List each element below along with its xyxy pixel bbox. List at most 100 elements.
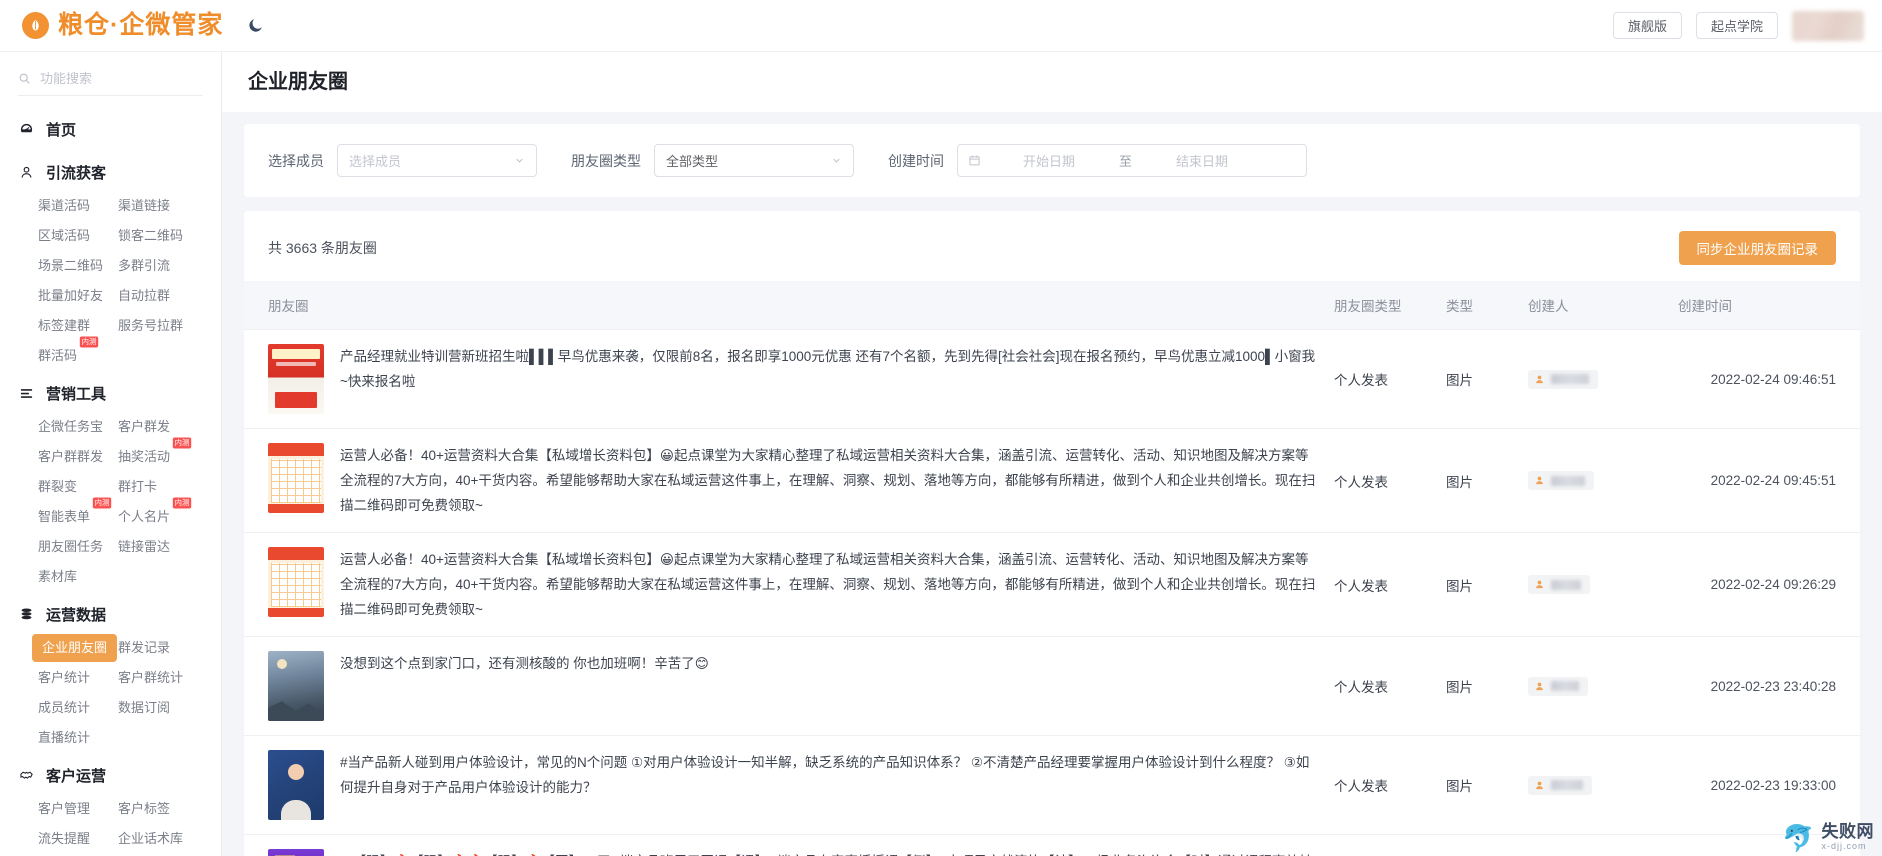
creator-name bbox=[1551, 780, 1583, 790]
search-input[interactable] bbox=[38, 70, 203, 87]
sidebar-item-customer-stats[interactable]: 客户统计 bbox=[32, 664, 96, 692]
moment-thumbnail[interactable] bbox=[268, 651, 324, 721]
cell-creator bbox=[1520, 636, 1670, 736]
cell-content: 产品经理就业特训营新班招生啦▌▌▌早鸟优惠来袭，仅限前8名，报名即享1000元优… bbox=[244, 329, 1326, 429]
chevron-down-icon bbox=[514, 155, 525, 166]
sidebar-item-group-fission[interactable]: 群裂变 bbox=[32, 473, 83, 501]
table-row[interactable]: 万 ▢【强】🔥【强】🔥🔥【强】🔥【开】90天B端产品班周五开课【课】B端产品专家… bbox=[244, 834, 1860, 856]
sidebar-item-data-subscription[interactable]: 数据订阅 bbox=[112, 694, 176, 722]
nav-group-acquisition: 引流获客 渠道活码 渠道链接 区域活码 锁客二维码 场景二维码 多群引流 批量加… bbox=[0, 153, 221, 370]
label: 渠道链接 bbox=[118, 198, 171, 213]
moment-thumbnail[interactable] bbox=[268, 443, 324, 513]
cell-type: 图片 bbox=[1438, 428, 1520, 533]
sidebar-item-lock-qrcode[interactable]: 锁客二维码 bbox=[112, 222, 189, 250]
created-at-text: 2022-02-23 19:33:00 bbox=[1710, 777, 1836, 793]
sidebar-group-operation-data[interactable]: 运营数据 bbox=[0, 595, 221, 634]
moment-thumbnail[interactable]: 万 bbox=[268, 849, 324, 856]
sync-moments-button[interactable]: 同步企业朋友圈记录 bbox=[1678, 231, 1836, 265]
sidebar-item-group-checkin[interactable]: 群打卡 bbox=[112, 473, 163, 501]
sidebar-item-channel-link[interactable]: 渠道链接 bbox=[112, 192, 176, 220]
table-row[interactable]: #当产品新人碰到用户体验设计，常见的N个问题 ①对用户体验设计一知半解，缺乏系统… bbox=[244, 735, 1860, 835]
sidebar-item-scene-qrcode[interactable]: 场景二维码 bbox=[32, 252, 109, 280]
search-box[interactable] bbox=[18, 66, 203, 96]
moment-thumbnail[interactable] bbox=[268, 547, 324, 617]
sidebar-item-mass-send-records[interactable]: 群发记录 bbox=[112, 634, 176, 662]
sidebar-item-multi-group[interactable]: 多群引流 bbox=[112, 252, 176, 280]
sidebar-item-task-treasure[interactable]: 企微任务宝 bbox=[32, 413, 109, 441]
search-icon bbox=[18, 72, 31, 85]
sidebar-item-service-account-group[interactable]: 服务号拉群 bbox=[112, 312, 189, 340]
moment-text: ▢【强】🔥【强】🔥🔥【强】🔥【开】90天B端产品班周五开课【课】B端产品专家直播… bbox=[340, 849, 1318, 856]
sidebar-label-marketing: 营销工具 bbox=[46, 386, 107, 403]
sidebar-item-link-radar[interactable]: 链接雷达 bbox=[112, 533, 176, 561]
sidebar-item-channel-code[interactable]: 渠道活码 bbox=[32, 192, 96, 220]
flagship-version-button[interactable]: 旗舰版 bbox=[1612, 12, 1682, 39]
sidebar-group-marketing[interactable]: 营销工具 bbox=[0, 374, 221, 413]
moment-thumbnail[interactable] bbox=[268, 344, 324, 414]
sidebar-item-lottery[interactable]: 抽奖活动 内测 bbox=[112, 437, 192, 471]
sidebar-item-customer-group-send[interactable]: 客户群群发 bbox=[32, 443, 109, 471]
sidebar-item-live-stats[interactable]: 直播统计 bbox=[32, 724, 96, 752]
filter-created-time: 创建时间 开始日期 至 结束日期 bbox=[888, 144, 1307, 177]
moments-table-card: 共 3663 条朋友圈 同步企业朋友圈记录 朋友圈 朋友圈类型 类型 创建人 创… bbox=[244, 211, 1860, 856]
member-select-value: 选择成员 bbox=[349, 154, 402, 169]
sidebar-item-home[interactable]: 首页 bbox=[0, 110, 221, 149]
moon-icon[interactable] bbox=[245, 16, 265, 36]
main-scroll-area[interactable]: 选择成员 选择成员 朋友圈类型 全部类型 创建时间 开始日期 至 结束日期 共 … bbox=[222, 112, 1882, 856]
sidebar-item-smart-form[interactable]: 智能表单 内测 bbox=[32, 497, 112, 531]
member-select[interactable]: 选择成员 bbox=[337, 144, 537, 177]
sidebar-item-enterprise-script-library[interactable]: 企业话术库 bbox=[112, 825, 189, 853]
table-row[interactable]: 没想到这个点到家门口，还有测核酸的 你也加班啊！辛苦了😊 个人发表 图片 202… bbox=[244, 636, 1860, 736]
avatar[interactable] bbox=[1792, 10, 1864, 41]
sidebar-item-group-code[interactable]: 群活码 内测 bbox=[32, 336, 99, 370]
label: 渠道活码 bbox=[38, 198, 91, 213]
sidebar-item-enterprise-moments[interactable]: 企业朋友圈 bbox=[32, 634, 118, 662]
sidebar-item-customer-management[interactable]: 客户管理 bbox=[32, 795, 96, 823]
sidebar-label-customer-ops: 客户运营 bbox=[46, 768, 107, 785]
academy-button[interactable]: 起点学院 bbox=[1695, 12, 1778, 39]
header-content: 朋友圈 bbox=[244, 281, 1326, 330]
dashboard-icon bbox=[18, 121, 35, 138]
sidebar-item-auto-group[interactable]: 自动拉群 bbox=[112, 282, 176, 310]
sidebar-item-customer-mass-send[interactable]: 客户群发 bbox=[112, 413, 176, 441]
label: 群发记录 bbox=[118, 640, 171, 655]
table-row[interactable]: 运营人必备！40+运营资料大合集【私域增长资料包】😀起点课堂为大家精心整理了私域… bbox=[244, 428, 1860, 533]
cell-moment-type: 个人发表 bbox=[1326, 834, 1438, 856]
sidebar-item-region-code[interactable]: 区域活码 bbox=[32, 222, 96, 250]
nav-group-operation-data: 运营数据 企业朋友圈 群发记录 客户统计 客户群统计 成员统计 数据订阅 直播统… bbox=[0, 595, 221, 752]
moment-thumbnail[interactable] bbox=[268, 750, 324, 820]
sidebar-item-personal-card[interactable]: 个人名片 内测 bbox=[112, 497, 192, 531]
sidebar-sublist-customer-ops: 客户管理 客户标签 流失提醒 企业话术库 bbox=[0, 795, 221, 853]
sidebar-sublist-marketing: 企微任务宝 客户群发 客户群群发 抽奖活动 内测 群裂变 群打卡 智能表单 内测… bbox=[0, 413, 221, 591]
tools-icon bbox=[18, 385, 35, 402]
sidebar-group-customer-ops[interactable]: 客户运营 bbox=[0, 756, 221, 795]
brand-logo[interactable]: 粮仓·企微管家 bbox=[22, 12, 223, 39]
sidebar-item-member-stats[interactable]: 成员统计 bbox=[32, 694, 96, 722]
main-content: 企业朋友圈 选择成员 选择成员 朋友圈类型 全部类型 创建时间 开始日期 至 结… bbox=[222, 52, 1882, 856]
label: 场景二维码 bbox=[38, 258, 104, 273]
moment-type-select[interactable]: 全部类型 bbox=[654, 144, 854, 177]
created-at-text: 2022-02-24 09:46:51 bbox=[1710, 371, 1836, 387]
sidebar-item-churn-reminder[interactable]: 流失提醒 bbox=[32, 825, 96, 853]
table-row[interactable]: 产品经理就业特训营新班招生啦▌▌▌早鸟优惠来袭，仅限前8名，报名即享1000元优… bbox=[244, 329, 1860, 429]
body: 首页 引流获客 渠道活码 渠道链接 区域活码 锁客二维码 bbox=[0, 52, 1882, 856]
label: 智能表单 bbox=[38, 509, 91, 524]
moment-text: #当产品新人碰到用户体验设计，常见的N个问题 ①对用户体验设计一知半解，缺乏系统… bbox=[340, 755, 1310, 795]
sidebar-item-customer-group-stats[interactable]: 客户群统计 bbox=[112, 664, 189, 692]
date-end-input[interactable]: 结束日期 bbox=[1143, 151, 1261, 170]
cell-moment-type: 个人发表 bbox=[1326, 532, 1438, 637]
moment-text: 没想到这个点到家门口，还有测核酸的 你也加班啊！辛苦了😊 bbox=[340, 656, 709, 671]
date-start-input[interactable]: 开始日期 bbox=[990, 151, 1108, 170]
date-range-picker[interactable]: 开始日期 至 结束日期 bbox=[957, 144, 1307, 177]
sidebar-group-acquisition[interactable]: 引流获客 bbox=[0, 153, 221, 192]
label: 素材库 bbox=[38, 569, 78, 584]
creator-name bbox=[1551, 475, 1585, 486]
table-row[interactable]: 运营人必备！40+运营资料大合集【私域增长资料包】😀起点课堂为大家精心整理了私域… bbox=[244, 532, 1860, 637]
sidebar-search bbox=[0, 52, 221, 106]
sidebar-item-bulk-add-friend[interactable]: 批量加好友 bbox=[32, 282, 109, 310]
sidebar-item-material-library[interactable]: 素材库 bbox=[32, 563, 83, 591]
sidebar-item-moments-task[interactable]: 朋友圈任务 bbox=[32, 533, 109, 561]
label: 客户群发 bbox=[118, 419, 171, 434]
sidebar-item-customer-tags[interactable]: 客户标签 bbox=[112, 795, 176, 823]
cell-type: 图片 bbox=[1438, 329, 1520, 429]
